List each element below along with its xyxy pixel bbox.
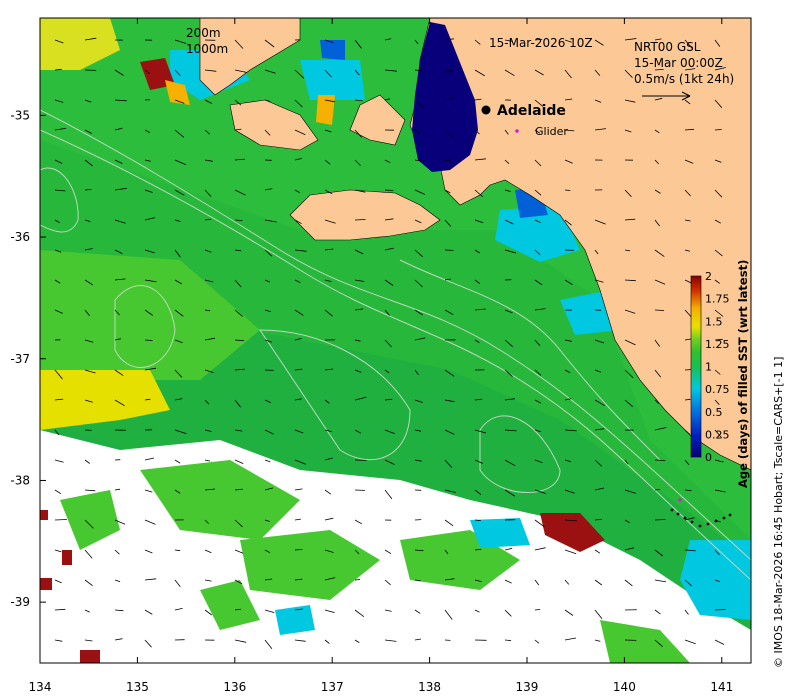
y-tick-label: -35 [10,108,30,122]
colorbar-label: Age (days) of filled SST (wrt latest) [736,260,750,488]
velocity-scale-label: 0.5m/s (1kt 24h) [634,72,734,86]
colorbar-tick-label: 1 [705,361,712,374]
y-tick-label: -39 [10,595,30,609]
isobath-1000-label: 1000m [186,42,228,56]
colorbar-tick-label: 0.75 [705,383,730,396]
current-arrow [534,609,541,611]
colorbar-tick-label: 0.5 [705,406,723,419]
current-arrow [144,339,153,341]
colorbar-tick-label: 0 [705,451,712,464]
current-arrow [564,189,571,191]
x-tick-label: 139 [516,680,539,694]
x-tick-label: 140 [613,680,636,694]
map-plot [40,18,751,663]
current-arrow [54,519,67,521]
colorbar-scale [690,275,702,458]
isobath-200-label: 200m [186,26,221,40]
map-time-label: 15-Mar-2026 10Z [489,36,593,50]
city-label: Adelaide [497,103,566,119]
x-tick-label: 135 [126,680,149,694]
current-arrow [354,579,361,581]
colorbar-tick-label: 1.75 [705,293,730,306]
x-tick-label: 141 [710,680,733,694]
colorbar-tick-label: 0.25 [705,428,730,441]
colorbar-tick-label: 2 [705,270,712,283]
glider-marker [678,498,682,502]
adelaide-marker [481,105,491,115]
x-tick-label: 136 [223,680,246,694]
glider-legend-label: Glider [535,125,568,138]
current-arrow [714,609,726,611]
y-tick-label: -38 [10,473,30,487]
product-time-label: 15-Mar 00:00Z [634,56,723,70]
current-arrow [714,129,722,131]
glider-legend-marker [515,129,519,133]
x-tick-label: 137 [321,680,344,694]
credit-text: © IMOS 18-Mar-2026 16:45 Hobart; Tscale=… [772,357,785,668]
current-arrow [654,459,666,461]
x-tick-label: 134 [29,680,52,694]
x-tick-label: 138 [418,680,441,694]
current-arrow [384,189,394,191]
product-name-label: NRT00 GSL [634,40,701,54]
colorbar-tick-label: 1.5 [705,315,723,328]
current-arrow [654,519,666,521]
y-tick-label: -37 [10,352,30,366]
current-arrow [654,309,665,311]
current-arrow [354,219,366,221]
colorbar-tick-label: 1.25 [705,338,730,351]
map-figure: 200m 1000m 15-Mar-2026 10Z NRT00 GSL 15-… [10,17,785,694]
y-tick-label: -36 [10,230,30,244]
current-arrow [294,549,303,551]
